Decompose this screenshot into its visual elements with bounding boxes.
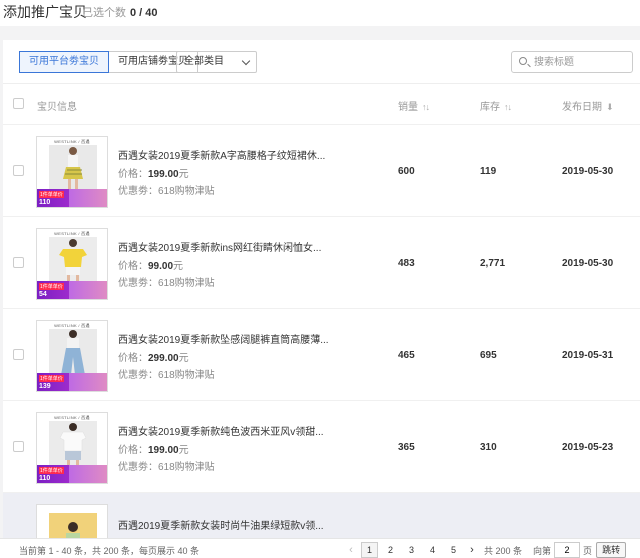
page-header: 添加推广宝贝 已选个数 0 / 40 [0,0,640,22]
filter-toolbar: 可用平台劵宝贝 可用店铺劵宝贝 全部类目 [3,40,640,84]
table-header: 宝贝信息 销量 ↑↓ 库存 ↑↓ 发布日期 ⬇ [3,84,640,124]
coupon-type-tabs: 可用平台劵宝贝 可用店铺劵宝贝 [19,51,198,73]
page-5[interactable]: 5 [445,542,462,558]
selected-count-label: 已选个数 0 / 40 [82,7,158,19]
sales-value: 465 [398,350,415,361]
product-title[interactable]: 西遇女装2019夏季新款纯色波西米亚风v领甜... [118,423,378,438]
product-coupon: 优惠劵：618购物津贴 [118,370,215,381]
publish-date: 2019-05-30 [562,258,614,269]
stock-value: 310 [480,442,497,453]
page-unit-label: 页 [583,545,593,556]
prev-page-icon[interactable]: ‹ [343,544,359,556]
row-checkbox[interactable] [13,165,24,176]
product-price: 价格：199.00元 [118,169,189,180]
goto-page-input[interactable] [554,542,581,558]
table-row[interactable]: WESTLINK / 西遇 1件单单价 54 西遇女装2019夏季新款ins网红… [3,216,640,307]
stock-value: 119 [480,166,497,177]
row-checkbox[interactable] [13,257,24,268]
pagination-total: 共 200 条 [484,545,523,556]
product-title[interactable]: 西遇女装2019夏季新款A字高腰格子纹短裙休... [118,147,378,162]
category-select-value: 全部类目 [184,56,224,67]
stock-value: 695 [480,350,497,361]
next-page-icon[interactable]: › [464,544,480,556]
table-row[interactable]: WESTLINK / 西遇 1件单单价 110 西遇女装2019夏季新款纯色波西… [3,400,640,491]
white-top-outfit-image [49,421,97,467]
page-4[interactable]: 4 [424,542,441,558]
product-title[interactable]: 西遇女装2019夏季新款ins网红街睛休闲恤女... [118,239,378,254]
product-price: 价格：299.00元 [118,353,189,364]
publish-date: 2019-05-23 [562,442,614,453]
select-all-checkbox[interactable] [13,98,24,109]
product-coupon: 优惠劵：618购物津贴 [118,462,215,473]
pagination: ‹ 1 2 3 4 5 › 共 200 条 向第 页 跳转 [343,542,627,558]
product-image[interactable]: WESTLINK / 西遇 1件单单价 110 [36,412,108,484]
page-3[interactable]: 3 [403,542,420,558]
wide-leg-jeans-outfit-image [49,329,97,375]
pagination-summary: 当前第 1 - 40 条，共 200 条，每页展示 40 条 [19,546,200,556]
sales-value: 483 [398,258,415,269]
section-divider [0,26,640,40]
search-input[interactable] [534,55,629,69]
product-price: 价格：199.00元 [118,445,189,456]
product-image[interactable]: WESTLINK / 西遇 1件单单价 54 [36,228,108,300]
plaid-skirt-outfit-image [49,145,97,191]
table-row[interactable]: WESTLINK / 西遇 1件单单价 110 西遇女装2019夏季新款A字高腰… [3,124,640,215]
product-coupon: 优惠劵：618购物津贴 [118,278,215,289]
product-image[interactable]: WESTLINK / 西遇 1件单单价 139 [36,320,108,392]
goto-label: 向第 [533,545,552,556]
search-box [511,51,633,73]
selected-count: 0 / 40 [130,7,158,19]
page-1[interactable]: 1 [361,542,378,558]
publish-date: 2019-05-30 [562,166,614,177]
header-date[interactable]: 发布日期 ⬇ [562,98,613,113]
header-stock[interactable]: 库存 ↑↓ [480,98,512,113]
sales-value: 365 [398,442,415,453]
product-image[interactable]: WESTLINK / 西遇 1件单单价 110 [36,136,108,208]
pagination-bar: 当前第 1 - 40 条，共 200 条，每页展示 40 条 ‹ 1 2 3 4… [0,538,640,558]
product-title[interactable]: 西遇2019夏季新款女装时尚牛油果绿短款v领... [118,517,378,532]
chevron-down-icon [241,56,251,66]
product-title[interactable]: 西遇女装2019夏季新款坠感阔腿裤直筒高腰薄... [118,331,378,346]
sort-icon: ↑↓ [422,102,430,112]
product-coupon: 优惠劵：618购物津贴 [118,186,215,197]
sales-value: 600 [398,166,415,177]
page-title: 添加推广宝贝 [3,4,87,20]
stock-value: 2,771 [480,258,506,269]
page-2[interactable]: 2 [382,542,399,558]
publish-date: 2019-05-31 [562,350,614,361]
row-checkbox[interactable] [13,349,24,360]
category-select[interactable]: 全部类目 [176,51,257,73]
jump-button[interactable]: 跳转 [596,542,627,558]
sort-desc-icon: ⬇ [606,102,613,112]
yellow-tshirt-outfit-image [49,237,97,283]
row-checkbox[interactable] [13,441,24,452]
tab-platform-coupon[interactable]: 可用平台劵宝贝 [19,51,109,73]
table-row[interactable]: WESTLINK / 西遇 1件单单价 139 西遇女装2019夏季新款坠感阔腿… [3,308,640,399]
product-price: 价格：99.00元 [118,261,184,272]
sort-icon: ↑↓ [504,102,512,112]
header-info: 宝贝信息 [37,102,77,113]
search-icon [519,57,527,65]
header-sales[interactable]: 销量 ↑↓ [398,98,430,113]
